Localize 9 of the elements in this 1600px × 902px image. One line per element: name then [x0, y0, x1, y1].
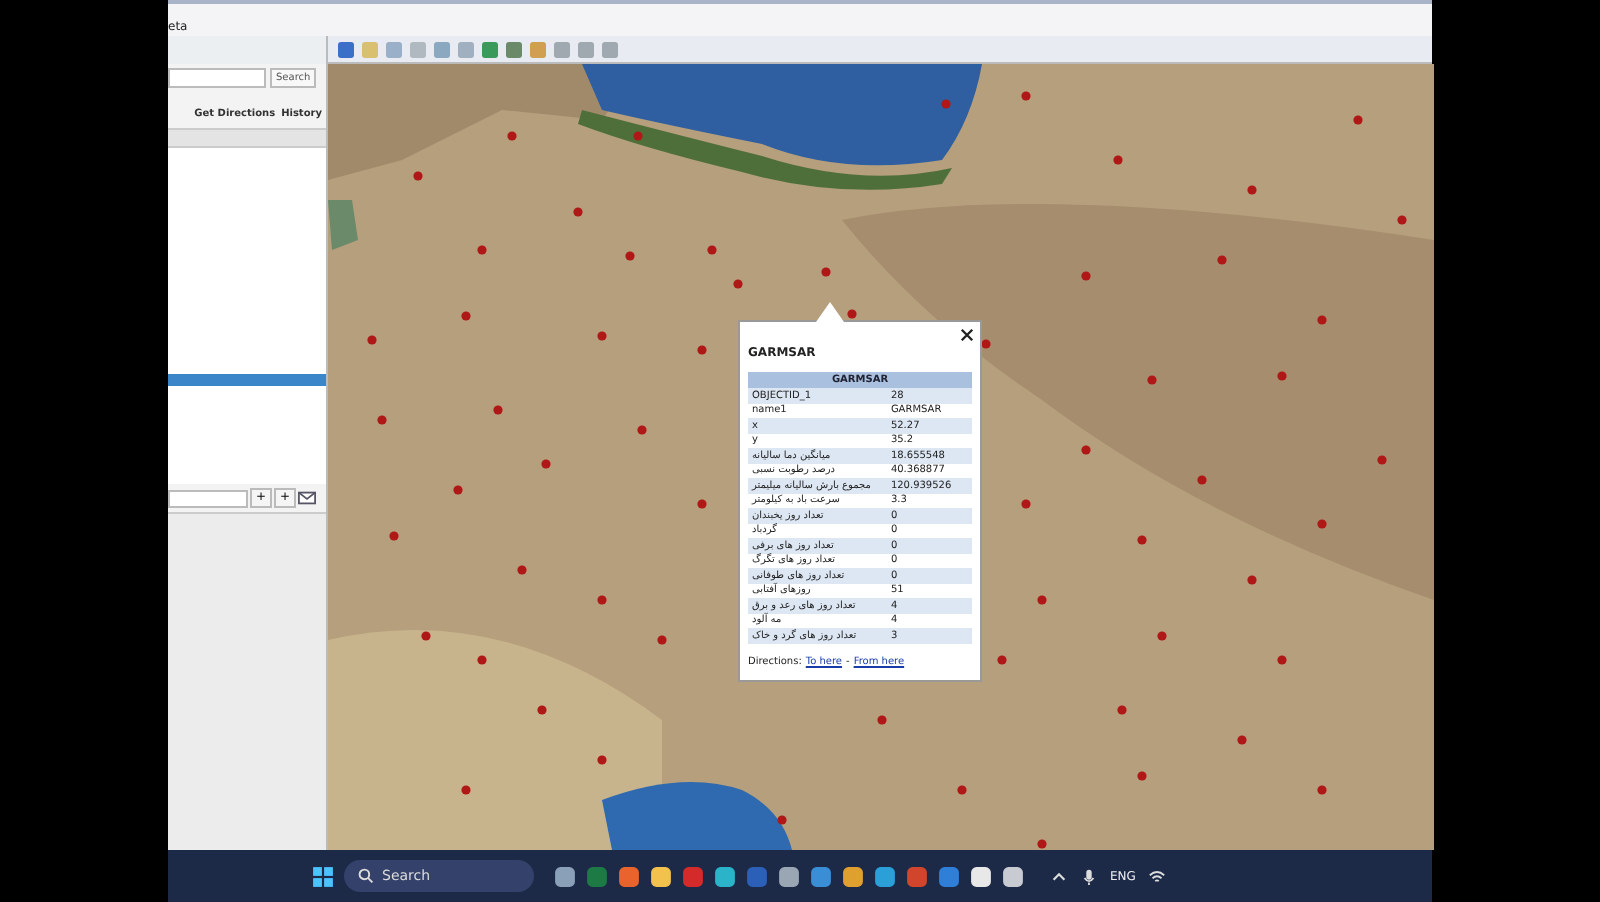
places-field[interactable] [168, 489, 248, 507]
search-field[interactable] [168, 68, 266, 88]
envelope-icon[interactable] [298, 490, 317, 506]
close-icon[interactable] [960, 328, 974, 342]
chevron-up-icon[interactable] [1050, 867, 1068, 885]
microphone-icon[interactable] [1080, 867, 1098, 885]
wifi-icon[interactable] [1147, 867, 1166, 885]
start-icon[interactable] [312, 865, 334, 887]
search-icon [358, 868, 374, 884]
